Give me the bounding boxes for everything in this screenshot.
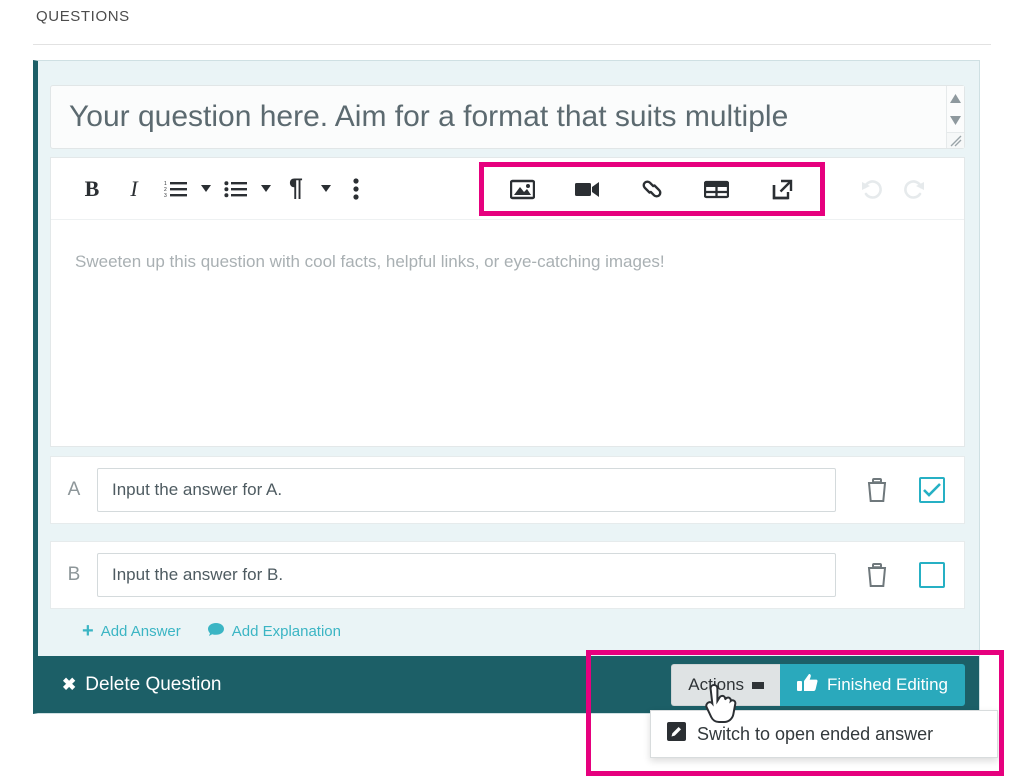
add-explanation-link[interactable]: Add Explanation xyxy=(207,622,341,641)
correct-answer-b-checkbox[interactable] xyxy=(900,562,964,588)
insert-table-button[interactable] xyxy=(696,168,738,210)
speech-bubble-icon xyxy=(207,622,225,641)
chevron-down-icon xyxy=(752,681,765,689)
insert-link-button[interactable] xyxy=(631,168,673,210)
unordered-list-button[interactable] xyxy=(215,168,257,210)
ordered-list-chevron-down-icon[interactable] xyxy=(197,168,215,210)
history-button-group xyxy=(851,168,935,210)
title-resize-handle[interactable] xyxy=(946,132,964,148)
header-divider xyxy=(33,44,991,45)
delete-question-button[interactable]: ✖ Delete Question xyxy=(62,674,222,696)
undo-button[interactable] xyxy=(851,168,893,210)
add-answer-label: Add Answer xyxy=(100,622,181,640)
insert-image-button[interactable] xyxy=(501,168,543,210)
add-answer-link[interactable]: + Add Answer xyxy=(82,621,181,641)
close-x-icon: ✖ xyxy=(62,674,77,694)
answer-letter: B xyxy=(67,564,81,585)
finished-editing-button[interactable]: Finished Editing xyxy=(780,664,965,706)
question-card: Your question here. Aim for a format tha… xyxy=(33,60,980,714)
answer-row: A Input the answer for A. xyxy=(50,456,965,524)
checkbox-unchecked-icon[interactable] xyxy=(919,562,945,588)
question-card-footer: ✖ Delete Question Actions Finished Editi… xyxy=(38,656,979,713)
scroll-down-arrow-icon[interactable] xyxy=(950,112,961,130)
switch-to-open-ended-item[interactable]: Switch to open ended answer xyxy=(651,722,933,746)
media-insert-group-highlight xyxy=(479,162,825,216)
delete-question-label: Delete Question xyxy=(85,673,222,695)
delete-answer-b-button[interactable] xyxy=(854,562,900,588)
unordered-list-chevron-down-icon[interactable] xyxy=(257,168,275,210)
more-options-button[interactable] xyxy=(335,168,377,210)
finished-editing-label: Finished Editing xyxy=(827,675,948,694)
question-title-input[interactable]: Your question here. Aim for a format tha… xyxy=(50,85,965,149)
rich-text-editor: B I 1 2 3 ¶ Sweeten up this question wit… xyxy=(50,157,965,447)
editor-placeholder-text: Sweeten up this question with cool facts… xyxy=(75,252,665,271)
mouse-cursor-pointer-icon xyxy=(705,683,739,730)
checkbox-checked-icon[interactable] xyxy=(919,477,945,503)
page-title: QUESTIONS xyxy=(36,8,130,25)
plus-icon: + xyxy=(82,620,94,642)
add-explanation-label: Add Explanation xyxy=(231,622,341,640)
paragraph-chevron-down-icon[interactable] xyxy=(317,168,335,210)
edit-pencil-icon xyxy=(667,722,686,746)
bold-button[interactable]: B xyxy=(71,168,113,210)
answer-row: B Input the answer for B. xyxy=(50,541,965,609)
scroll-up-arrow-icon[interactable] xyxy=(950,90,961,108)
actions-dropdown-menu: Switch to open ended answer xyxy=(650,710,998,758)
question-description-editor[interactable]: Sweeten up this question with cool facts… xyxy=(51,220,964,446)
editor-toolbar: B I 1 2 3 ¶ xyxy=(51,158,964,220)
ordered-list-button[interactable]: 1 2 3 xyxy=(155,168,197,210)
answer-input-a[interactable]: Input the answer for A. xyxy=(97,468,836,512)
paragraph-format-button[interactable]: ¶ xyxy=(275,168,317,210)
answer-input-b[interactable]: Input the answer for B. xyxy=(97,553,836,597)
italic-button[interactable]: I xyxy=(113,168,155,210)
svg-text:3: 3 xyxy=(164,193,167,199)
redo-button[interactable] xyxy=(893,168,935,210)
delete-answer-a-button[interactable] xyxy=(854,477,900,503)
insert-embed-button[interactable] xyxy=(761,168,803,210)
answer-letter: A xyxy=(67,479,81,500)
correct-answer-a-checkbox[interactable] xyxy=(900,477,964,503)
question-title-wrapper: Your question here. Aim for a format tha… xyxy=(50,85,965,149)
answer-actions: + Add Answer Add Explanation xyxy=(82,621,341,641)
insert-video-button[interactable] xyxy=(566,168,608,210)
thumbs-up-icon xyxy=(797,673,818,697)
